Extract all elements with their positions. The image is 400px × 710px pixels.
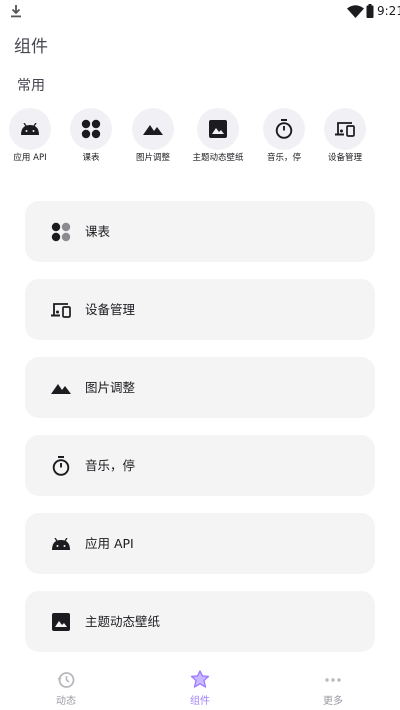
mountains-icon <box>51 378 71 398</box>
quick-item-circle[interactable] <box>197 108 239 150</box>
timer-icon <box>275 119 293 139</box>
nav-label: 更多 <box>323 696 343 707</box>
image-icon <box>209 120 227 138</box>
card-app-api[interactable]: 应用 API <box>25 513 375 574</box>
quick-item-circle[interactable] <box>132 108 174 150</box>
card-label: 音乐，停 <box>85 458 136 473</box>
dots-grid-icon <box>81 119 101 139</box>
mountains-icon <box>143 125 163 135</box>
devices-icon <box>335 122 355 137</box>
card-label: 主题动态壁纸 <box>85 614 161 629</box>
dots-grid-icon <box>51 222 71 242</box>
quick-item-label: 应用 API <box>13 153 47 163</box>
image-icon <box>51 612 71 632</box>
card-label: 应用 API <box>85 536 134 551</box>
history-icon <box>56 670 76 690</box>
nav-item-more[interactable]: 更多 <box>293 670 373 707</box>
quick-access-row: 应用 API 课表 图片调整 主题动态壁纸 音乐，停 设备管理 <box>0 108 400 178</box>
card-image-adjust[interactable]: 图片调整 <box>25 357 375 418</box>
card-label: 课表 <box>85 224 111 239</box>
more-dots-icon <box>323 670 343 690</box>
wifi-icon <box>347 5 364 18</box>
quick-item-label: 音乐，停 <box>266 153 301 163</box>
quick-item-label: 图片调整 <box>135 153 170 163</box>
card-music-stop[interactable]: 音乐，停 <box>25 435 375 496</box>
quick-item-label: 课表 <box>82 153 100 163</box>
status-bar: 9:21 <box>0 0 400 24</box>
page-title: 组件 <box>14 37 48 57</box>
card-label: 图片调整 <box>85 380 136 395</box>
download-icon <box>11 5 21 18</box>
android-icon <box>51 534 71 554</box>
quick-item-theme-wallpaper[interactable]: 主题动态壁纸 <box>189 108 247 164</box>
section-title: 常用 <box>17 78 45 94</box>
quick-item-circle[interactable] <box>263 108 305 150</box>
nav-item-feed[interactable]: 动态 <box>26 670 106 707</box>
android-icon <box>21 123 39 135</box>
card-schedule[interactable]: 课表 <box>25 201 375 262</box>
devices-icon <box>51 300 71 320</box>
quick-item-music-stop[interactable]: 音乐，停 <box>255 108 313 164</box>
card-label: 设备管理 <box>85 302 136 317</box>
nav-label: 组件 <box>190 696 210 707</box>
quick-item-circle[interactable] <box>70 108 112 150</box>
status-time: 9:21 <box>377 4 400 18</box>
nav-label: 动态 <box>56 696 76 707</box>
quick-item-device-manage[interactable]: 设备管理 <box>316 108 374 164</box>
battery-icon <box>366 4 374 18</box>
bottom-navigation: 动态 组件 更多 <box>0 664 400 710</box>
quick-item-image-adjust[interactable]: 图片调整 <box>124 108 182 164</box>
quick-item-schedule[interactable]: 课表 <box>62 108 120 164</box>
timer-icon <box>51 456 71 476</box>
card-theme-wallpaper[interactable]: 主题动态壁纸 <box>25 591 375 652</box>
quick-item-circle[interactable] <box>324 108 366 150</box>
quick-item-app-api[interactable]: 应用 API <box>1 108 59 164</box>
widget-icon <box>190 670 210 690</box>
quick-item-label: 主题动态壁纸 <box>192 153 244 163</box>
quick-item-label: 设备管理 <box>327 153 362 163</box>
quick-item-circle[interactable] <box>9 108 51 150</box>
card-device-manage[interactable]: 设备管理 <box>25 279 375 340</box>
nav-item-widgets[interactable]: 组件 <box>160 670 240 707</box>
